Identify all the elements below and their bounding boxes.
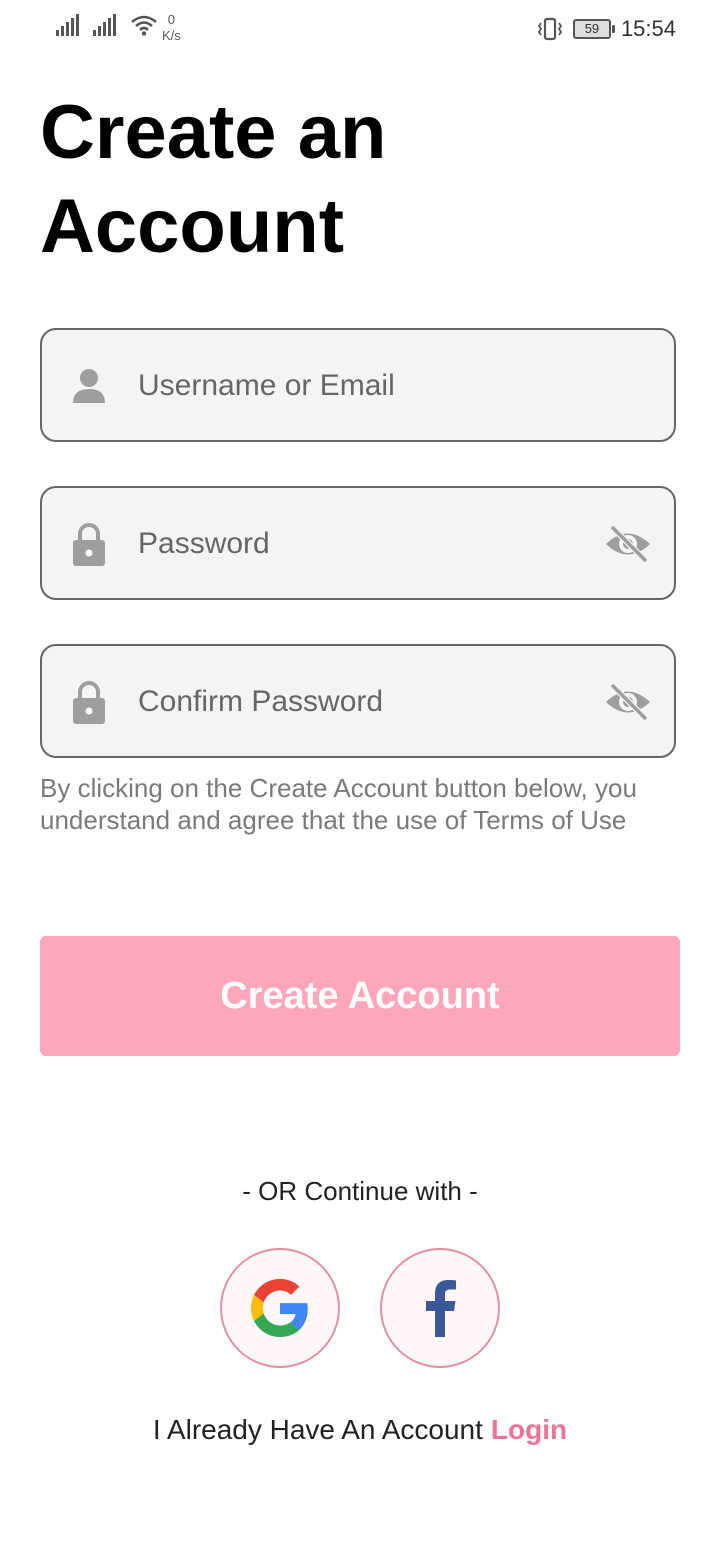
google-icon [251,1279,308,1337]
username-field[interactable]: Username or Email [40,328,676,442]
password-placeholder: Password [138,527,270,560]
confirm-password-field[interactable]: Confirm Password [40,644,676,758]
person-icon [73,369,105,403]
eye-off-icon[interactable] [604,681,652,723]
facebook-login-button[interactable] [380,1248,500,1368]
login-link[interactable]: Login [491,1414,567,1445]
network-speed: 0 K/s [162,12,181,44]
battery-icon: 59 [572,19,615,39]
username-placeholder: Username or Email [138,369,395,402]
login-prompt-line: I Already Have An Account Login [0,1414,720,1446]
facebook-icon [426,1280,456,1337]
lock-icon [73,681,105,724]
confirm-password-placeholder: Confirm Password [138,685,384,718]
signal-2-icon [93,14,116,36]
eye-off-icon[interactable] [604,523,652,565]
terms-text: By clicking on the Create Account button… [40,773,637,835]
lock-icon [73,523,105,566]
network-speed-unit: K/s [162,28,181,43]
signal-1-icon [56,14,79,36]
status-right: 59 15:54 [537,16,676,42]
or-continue-text: - OR Continue with - [242,1176,478,1206]
status-bar: 0 K/s 59 15:54 [0,0,720,62]
status-left [56,14,158,36]
create-account-button[interactable]: Create Account [40,936,680,1056]
password-field[interactable]: Password [40,486,676,600]
page-title: Create an Account [40,90,387,269]
network-speed-value: 0 [167,12,176,27]
login-prompt-text: I Already Have An Account [152,1414,483,1445]
google-login-button[interactable] [220,1248,340,1368]
battery-level: 59 [584,21,600,36]
wifi-icon [131,15,157,36]
vibrate-icon [537,17,563,41]
clock: 15:54 [620,16,676,41]
